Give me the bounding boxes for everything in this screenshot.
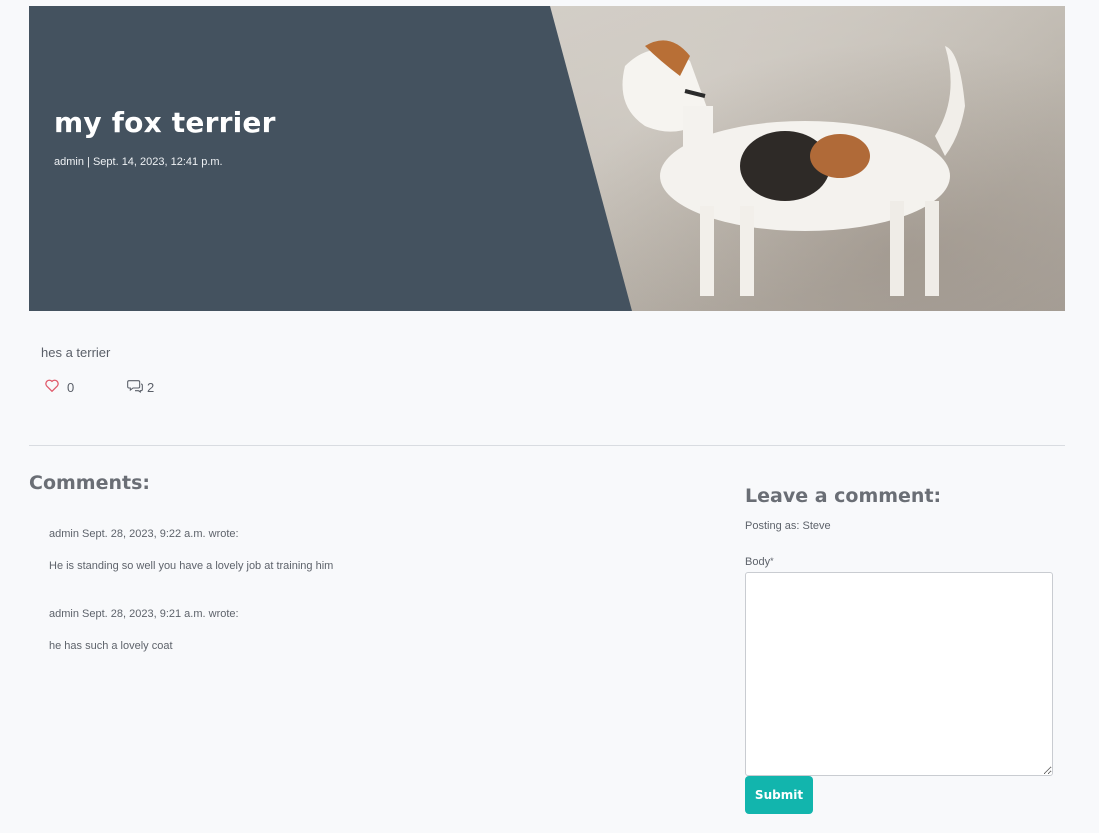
comment-date: Sept. 28, 2023, 9:22 a.m. [82,528,206,540]
comments-heading: Comments: [29,472,150,494]
comment-body: he has such a lovely coat [49,640,173,652]
submit-button[interactable]: Submit [745,776,813,814]
post-meta: admin | Sept. 14, 2023, 12:41 p.m. [54,156,223,168]
comments-icon [127,379,143,396]
comment-wrote: wrote: [208,528,239,540]
like-button[interactable]: 0 [45,379,74,395]
comment-meta: admin Sept. 28, 2023, 9:21 a.m. wrote: [49,608,669,620]
post-hero: my fox terrier admin | Sept. 14, 2023, 1… [29,6,1065,311]
comment-item: admin Sept. 28, 2023, 9:21 a.m. wrote: h… [49,608,669,652]
post-title: my fox terrier [54,106,276,139]
required-marker: * [770,556,774,566]
section-divider [29,445,1065,446]
heart-icon [45,379,59,395]
comment-author: admin [49,608,79,620]
body-label: Body* [745,556,774,568]
comment-item: admin Sept. 28, 2023, 9:22 a.m. wrote: H… [49,528,669,572]
comment-date: Sept. 28, 2023, 9:21 a.m. [82,608,206,620]
comment-body: He is standing so well you have a lovely… [49,560,334,572]
post-date: Sept. 14, 2023, 12:41 p.m. [92,156,223,168]
comment-wrote: wrote: [208,608,239,620]
post-body: hes a terrier [41,345,111,360]
comment-count-value: 2 [147,380,155,395]
posting-as-label: Posting as: [745,520,800,532]
comment-body-textarea[interactable] [745,572,1053,776]
leave-comment-heading: Leave a comment: [745,485,942,507]
body-label-text: Body [745,556,771,568]
comment-author: admin [49,528,79,540]
comment-meta: admin Sept. 28, 2023, 9:22 a.m. wrote: [49,528,669,540]
like-count: 0 [67,379,75,395]
post-author: admin [54,156,84,168]
comment-count: 2 [127,379,154,396]
posting-as: Posting as: Steve [745,520,831,532]
posting-as-user: Steve [802,520,831,532]
